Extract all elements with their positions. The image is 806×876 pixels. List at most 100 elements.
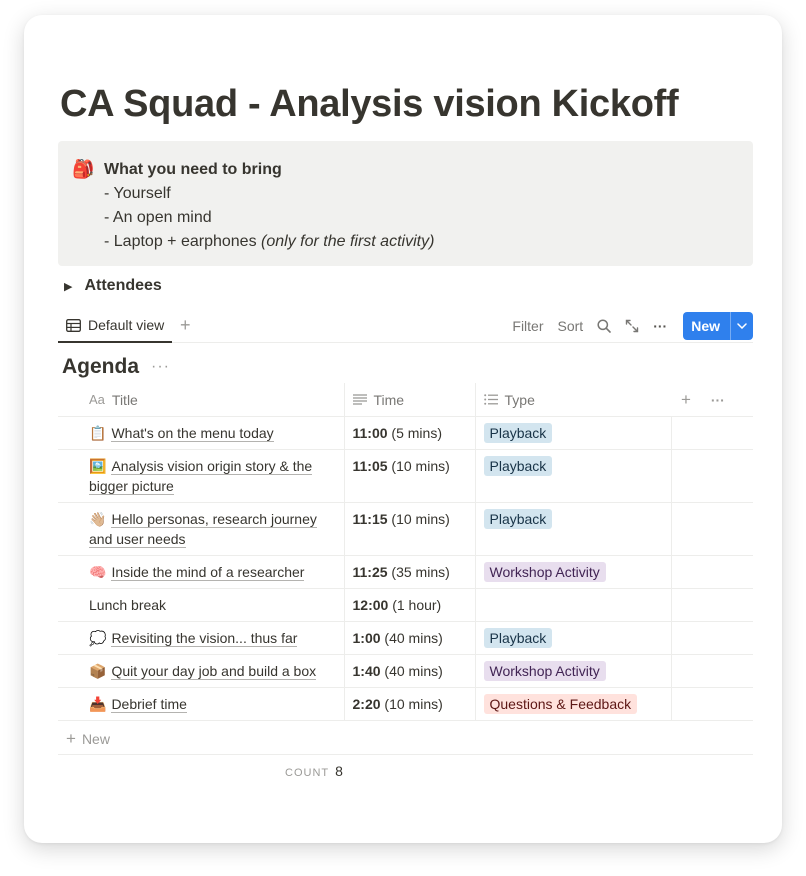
tab-default-view[interactable]: Default view xyxy=(58,309,173,343)
row-emoji-icon[interactable]: 💭 xyxy=(89,630,106,646)
search-icon[interactable] xyxy=(597,319,612,333)
add-view-button[interactable]: + xyxy=(180,315,191,336)
row-title[interactable]: Quit your day job and build a box xyxy=(111,663,317,680)
time-start: 11:00 xyxy=(352,425,388,441)
row-title[interactable]: Analysis vision origin story & the xyxy=(111,458,313,475)
cell-type[interactable]: Workshop Activity xyxy=(474,654,671,688)
callout-item: - Yourself xyxy=(104,185,171,202)
cell-title[interactable]: 📥 Debrief time xyxy=(58,687,344,721)
add-row-button[interactable]: + New xyxy=(58,723,753,755)
cell-type[interactable] xyxy=(474,588,671,622)
more-options-icon[interactable]: ··· xyxy=(653,318,667,334)
type-tag: Questions & Feedback xyxy=(483,694,638,714)
page-title[interactable]: CA Squad - Analysis vision Kickoff xyxy=(60,83,679,126)
callout-item-note: (only for the first activity) xyxy=(261,233,435,250)
page-card: CA Squad - Analysis vision Kickoff 🎒 Wha… xyxy=(24,15,782,843)
cell-title[interactable]: Lunch break xyxy=(58,588,344,622)
sort-button[interactable]: Sort xyxy=(558,318,584,334)
column-header-actions: + ··· xyxy=(671,383,753,417)
toggle-triangle-icon[interactable]: ▶ xyxy=(64,280,72,293)
row-emoji-icon[interactable]: 🖼️ xyxy=(89,458,106,474)
text-property-icon: Aa xyxy=(89,392,105,407)
cell-time[interactable]: 11:00 (5 mins) xyxy=(343,416,475,450)
time-start: 11:15 xyxy=(352,511,388,527)
row-title[interactable]: Revisiting the vision... thus far xyxy=(111,630,298,647)
callout-item: - An open mind xyxy=(104,209,212,226)
row-title[interactable]: Hello personas, research journey xyxy=(111,511,317,528)
plus-icon: + xyxy=(66,728,76,748)
callout-item: - Laptop + earphones (only for the first… xyxy=(104,233,435,250)
table-row[interactable]: 📥 Debrief time 2:20 (10 mins) Questions & F… xyxy=(58,687,753,721)
database-title[interactable]: Agenda ··· xyxy=(62,355,170,379)
column-header-time[interactable]: Time xyxy=(343,383,475,417)
cell-type[interactable]: Playback xyxy=(474,416,671,450)
new-button[interactable]: New xyxy=(683,312,753,340)
filter-button[interactable]: Filter xyxy=(512,318,543,334)
row-emoji-icon[interactable]: 📦 xyxy=(89,663,106,679)
cell-time[interactable]: 1:00 (40 mins) xyxy=(343,621,475,655)
time-duration: (35 mins) xyxy=(387,564,450,580)
row-title[interactable]: Lunch break xyxy=(89,597,166,613)
row-emoji-icon[interactable]: 📋 xyxy=(89,425,106,441)
row-title[interactable]: Debrief time xyxy=(111,696,187,713)
cell-title[interactable]: 👋🏼 Hello personas, research journey and us… xyxy=(58,502,344,556)
cell-title[interactable]: 💭 Revisiting the vision... thus far xyxy=(58,621,344,655)
agenda-table: Aa Title Time Type + ··· 📋 What's on the… xyxy=(58,383,753,721)
row-emoji-icon[interactable]: 👋🏼 xyxy=(89,511,106,527)
cell-title[interactable]: 📦 Quit your day job and build a box xyxy=(58,654,344,688)
time-duration: (10 mins) xyxy=(380,696,443,712)
time-start: 11:05 xyxy=(352,458,388,474)
expand-icon[interactable] xyxy=(625,319,639,333)
count-label: COUNT xyxy=(285,767,330,779)
cell-empty xyxy=(670,654,753,688)
table-row[interactable]: 🧠 Inside the mind of a researcher 11:25 (3… xyxy=(58,555,753,589)
row-emoji-icon[interactable]: 📥 xyxy=(89,696,106,712)
row-title-cont[interactable]: bigger picture xyxy=(89,478,174,495)
row-title[interactable]: Inside the mind of a researcher xyxy=(111,564,305,581)
add-property-button[interactable]: + xyxy=(681,390,691,409)
backpack-icon[interactable]: 🎒 xyxy=(72,158,104,266)
table-row[interactable]: Lunch break 12:00 (1 hour) xyxy=(58,588,753,622)
table-header-row: Aa Title Time Type + ··· xyxy=(58,383,753,417)
cell-time[interactable]: 11:15 (10 mins) xyxy=(343,502,475,556)
time-start: 1:40 xyxy=(352,663,381,679)
list-icon xyxy=(483,394,498,405)
property-more-icon[interactable]: ··· xyxy=(711,392,725,408)
callout-block[interactable]: 🎒 What you need to bring - Yourself - An… xyxy=(58,141,753,266)
table-row[interactable]: 💭 Revisiting the vision... thus far 1:00 (… xyxy=(58,621,753,655)
time-start: 1:00 xyxy=(352,630,381,646)
cell-type[interactable]: Playback xyxy=(474,621,671,655)
new-button-label[interactable]: New xyxy=(683,312,730,340)
cell-type[interactable]: Playback xyxy=(474,449,671,503)
column-header-type[interactable]: Type xyxy=(474,383,671,417)
row-title[interactable]: What's on the menu today xyxy=(111,425,274,442)
cell-time[interactable]: 1:40 (40 mins) xyxy=(343,654,475,688)
cell-title[interactable]: 📋 What's on the menu today xyxy=(58,416,344,450)
database-more-icon[interactable]: ··· xyxy=(151,358,170,376)
table-row[interactable]: 👋🏼 Hello personas, research journey and us… xyxy=(58,502,753,556)
database-title-text: Agenda xyxy=(62,355,140,378)
chevron-down-icon[interactable] xyxy=(730,312,753,340)
cell-type[interactable]: Playback xyxy=(474,502,671,556)
time-start: 12:00 xyxy=(352,597,389,613)
attendees-toggle[interactable]: ▶ Attendees xyxy=(64,277,162,295)
callout-heading: What you need to bring xyxy=(104,161,282,178)
cell-time[interactable]: 2:20 (10 mins) xyxy=(343,687,475,721)
count-summary[interactable]: COUNT 8 xyxy=(285,763,343,779)
table-row[interactable]: 📋 What's on the menu today 11:00 (5 mins) P… xyxy=(58,416,753,450)
cell-time[interactable]: 11:05 (10 mins) xyxy=(343,449,475,503)
database-view-bar: Default view + Filter Sort ··· New xyxy=(58,309,753,343)
cell-type[interactable]: Questions & Feedback xyxy=(474,687,671,721)
time-duration: (10 mins) xyxy=(387,458,450,474)
table-row[interactable]: 📦 Quit your day job and build a box 1:40 (… xyxy=(58,654,753,688)
cell-title[interactable]: 🖼️ Analysis vision origin story & the bigg… xyxy=(58,449,344,503)
cell-type[interactable]: Workshop Activity xyxy=(474,555,671,589)
row-title-cont[interactable]: and user needs xyxy=(89,531,186,548)
cell-time[interactable]: 11:25 (35 mins) xyxy=(343,555,475,589)
table-row[interactable]: 🖼️ Analysis vision origin story & the bigg… xyxy=(58,449,753,503)
toggle-label: Attendees xyxy=(84,277,162,294)
column-header-title[interactable]: Aa Title xyxy=(58,383,344,417)
cell-time[interactable]: 12:00 (1 hour) xyxy=(343,588,475,622)
cell-title[interactable]: 🧠 Inside the mind of a researcher xyxy=(58,555,344,589)
row-emoji-icon[interactable]: 🧠 xyxy=(89,564,106,580)
